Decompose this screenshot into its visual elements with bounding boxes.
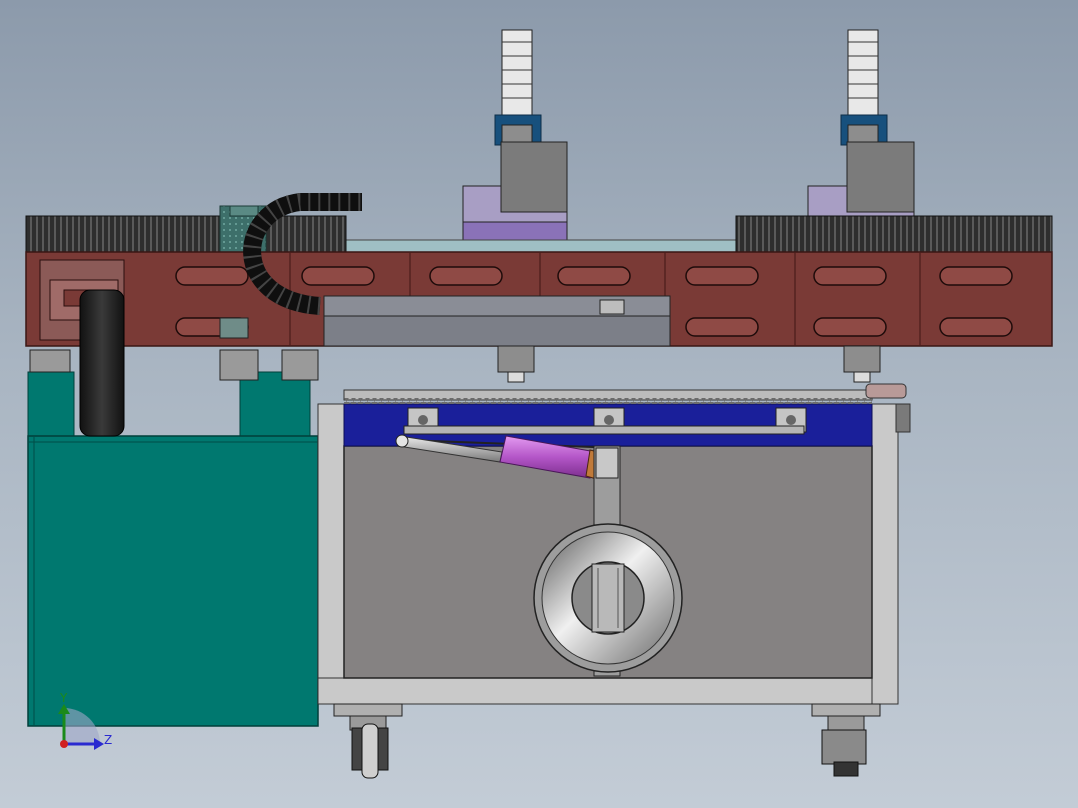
drive-belt [79,289,125,437]
spindle-nozzle-right [843,345,881,383]
caster-wheel-left [333,703,403,779]
caster-wheel-right [811,703,881,777]
left-spindle-head[interactable] [462,29,568,253]
upper-gantry-frame[interactable] [25,251,1053,347]
cad-viewport[interactable]: Y Z [0,0,1078,808]
left-bellows-cover [25,215,347,253]
linear-guide-rail [339,239,741,253]
teal-side-cabinet[interactable] [27,371,319,727]
spindle-nozzle-left [497,345,535,383]
right-bellows-cover [735,215,1053,253]
axis-label-y: Y [59,691,68,705]
rotary-fixture-ring[interactable] [533,523,683,673]
axis-label-z: Z [104,733,112,747]
